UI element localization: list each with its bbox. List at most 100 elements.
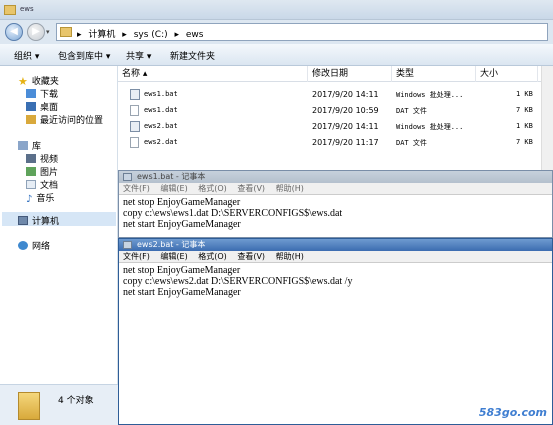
address-input[interactable]: ▸ 计算机 ▸ sys (C:) ▸ ews (56, 23, 548, 41)
nav-videos[interactable]: 视频 (26, 152, 58, 165)
batch-file-icon (130, 121, 140, 132)
new-folder-button[interactable]: 新建文件夹 (170, 49, 215, 62)
breadcrumb-folder[interactable]: ews (186, 30, 204, 40)
computer-icon (18, 216, 28, 225)
file-type: Windows 批处理... (396, 123, 464, 131)
notepad-window-ews2[interactable]: ews2.bat - 记事本 文件(F) 编辑(E) 格式(O) 查看(V) 帮… (118, 238, 553, 425)
column-header-name[interactable]: 名称 ▴ (118, 66, 308, 82)
nav-desktop[interactable]: 桌面 (26, 100, 58, 113)
folder-icon (60, 27, 72, 37)
file-size: 1 KB (516, 90, 533, 98)
breadcrumb-separator[interactable]: ▸ (174, 30, 179, 40)
dat-file-icon (130, 105, 139, 116)
navigation-pane: ★ 收藏夹 下载 桌面 最近访问的位置 库 视频 图片 文档 ♪ 音乐 计算机 网络 (0, 66, 118, 384)
download-icon (26, 89, 36, 98)
column-header-type[interactable]: 类型 (392, 66, 476, 82)
menu-help[interactable]: 帮助(H) (276, 252, 304, 261)
text-line: net start EnjoyGameManager (123, 287, 241, 298)
document-icon (26, 180, 36, 189)
share-button[interactable]: 共享 ▾ (126, 49, 151, 62)
breadcrumb-drive[interactable]: sys (C:) (134, 30, 168, 40)
forward-button[interactable]: ▶ (27, 23, 45, 41)
folder-icon (18, 392, 40, 420)
nav-label: 收藏夹 (31, 77, 59, 87)
column-header-size[interactable]: 大小 (476, 66, 538, 82)
file-row[interactable]: ews2.dat 2017/9/20 11:17 DAT 文件 7 KB (118, 135, 553, 151)
command-toolbar: 组织 ▾ 包含到库中 ▾ 共享 ▾ 新建文件夹 (0, 44, 553, 66)
include-library-button[interactable]: 包含到库中 ▾ (58, 49, 110, 62)
notepad-text-area[interactable]: net stop EnjoyGameManager copy c:\ews\ews… (123, 197, 342, 230)
nav-label: 最近访问的位置 (40, 116, 104, 126)
nav-recent[interactable]: 最近访问的位置 (26, 113, 103, 126)
file-size: 7 KB (516, 138, 533, 146)
vertical-scrollbar[interactable] (541, 66, 553, 170)
notepad-title: ews1.bat - 记事本 (137, 172, 206, 181)
file-row[interactable]: ews1.dat 2017/9/20 10:59 DAT 文件 7 KB (118, 103, 553, 119)
file-list: 名称 ▴ 修改日期 类型 大小 ews1.bat 2017/9/20 14:11… (118, 66, 553, 170)
nav-downloads[interactable]: 下载 (26, 87, 58, 100)
details-pane: 4 个对象 (0, 384, 118, 425)
file-date: 2017/9/20 11:17 (312, 138, 379, 147)
file-date: 2017/9/20 10:59 (312, 106, 379, 115)
file-row[interactable]: ews2.bat 2017/9/20 14:11 Windows 批处理... … (118, 119, 553, 135)
column-header-row: 名称 ▴ 修改日期 类型 大小 (118, 66, 553, 82)
text-line: net stop EnjoyGameManager (123, 265, 241, 276)
file-name: ews1.dat (144, 106, 178, 114)
batch-file-icon (130, 89, 140, 100)
file-row[interactable]: ews1.bat 2017/9/20 14:11 Windows 批处理... … (118, 87, 553, 103)
file-date: 2017/9/20 14:11 (312, 90, 379, 99)
file-size: 7 KB (516, 106, 533, 114)
nav-label: 下载 (40, 90, 59, 100)
notepad-titlebar[interactable]: ews2.bat - 记事本 (119, 239, 552, 251)
nav-network[interactable]: 网络 (18, 239, 50, 252)
notepad-text-area[interactable]: net stop EnjoyGameManager copy c:\ews\ews… (123, 265, 352, 298)
menu-edit[interactable]: 编辑(E) (160, 184, 187, 193)
menu-view[interactable]: 查看(V) (237, 184, 265, 193)
nav-documents[interactable]: 文档 (26, 178, 58, 191)
chevron-down-icon[interactable]: ▾ (46, 28, 50, 36)
breadcrumb-computer[interactable]: 计算机 (88, 30, 115, 40)
recent-places-icon (26, 115, 36, 124)
organize-button[interactable]: 组织 ▾ (14, 49, 39, 62)
menu-view[interactable]: 查看(V) (237, 252, 265, 261)
menu-format[interactable]: 格式(O) (198, 252, 227, 261)
text-line: net stop EnjoyGameManager (123, 197, 241, 208)
nav-favorites[interactable]: ★ 收藏夹 (18, 74, 59, 88)
nav-computer[interactable]: 计算机 (18, 214, 59, 227)
window-title: ews (20, 5, 34, 13)
nav-music[interactable]: ♪ 音乐 (26, 191, 54, 205)
text-line: copy c:\ews\ews1.dat D:\SERVERCONFIGS$\e… (123, 208, 343, 219)
menu-file[interactable]: 文件(F) (123, 184, 150, 193)
file-date: 2017/9/20 14:11 (312, 122, 379, 131)
desktop-icon (26, 102, 36, 111)
file-type: DAT 文件 (396, 107, 427, 115)
notepad-titlebar[interactable]: ews1.bat - 记事本 (119, 171, 552, 183)
nav-pictures[interactable]: 图片 (26, 165, 58, 178)
file-name: ews1.bat (144, 90, 178, 98)
nav-label: 库 (32, 142, 42, 152)
folder-icon (4, 5, 16, 15)
picture-icon (26, 167, 36, 176)
nav-label: 音乐 (36, 194, 55, 204)
nav-label: 计算机 (32, 217, 60, 227)
column-header-date[interactable]: 修改日期 (308, 66, 392, 82)
nav-label: 视频 (40, 155, 59, 165)
file-type: DAT 文件 (396, 139, 427, 147)
file-name: ews2.dat (144, 138, 178, 146)
breadcrumb-separator[interactable]: ▸ (77, 30, 82, 40)
file-size: 1 KB (516, 122, 533, 130)
video-icon (26, 154, 36, 163)
menu-help[interactable]: 帮助(H) (276, 184, 304, 193)
breadcrumb-separator[interactable]: ▸ (122, 30, 127, 40)
window-titlebar: ews (0, 0, 553, 20)
text-line: net start EnjoyGameManager (123, 219, 241, 230)
watermark-logo: 583go.com (478, 406, 547, 419)
nav-libraries[interactable]: 库 (18, 139, 41, 152)
item-count: 4 个对象 (58, 396, 94, 406)
menu-file[interactable]: 文件(F) (123, 252, 150, 261)
menu-edit[interactable]: 编辑(E) (160, 252, 187, 261)
menu-format[interactable]: 格式(O) (198, 184, 227, 193)
text-line: copy c:\ews\ews2.dat D:\SERVERCONFIGS$\e… (123, 276, 353, 287)
back-button[interactable]: ◀ (5, 23, 23, 41)
notepad-window-ews1[interactable]: ews1.bat - 记事本 文件(F) 编辑(E) 格式(O) 查看(V) 帮… (118, 170, 553, 238)
